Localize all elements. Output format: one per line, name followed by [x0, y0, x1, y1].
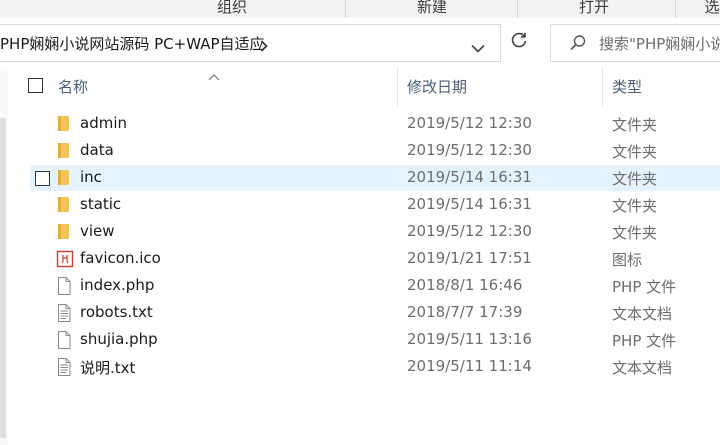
file-type: 文本文档	[612, 305, 673, 323]
select-all-checkbox[interactable]	[28, 78, 43, 93]
file-date: 2019/1/21 17:51	[407, 249, 532, 267]
file-name: data	[80, 141, 114, 159]
column-header-date[interactable]: 修改日期	[407, 76, 467, 97]
ribbon-divider	[345, 0, 346, 18]
file-date: 2019/5/12 12:30	[407, 114, 532, 132]
file-date: 2019/5/12 12:30	[407, 222, 532, 240]
chevron-right-icon[interactable]	[260, 37, 268, 56]
file-row[interactable]: shujia.php 2019/5/11 13:16 PHP 文件	[30, 327, 720, 353]
file-type: 文件夹	[612, 170, 658, 188]
file-name: 说明.txt	[80, 359, 136, 377]
file-date: 2019/5/14 16:31	[407, 195, 532, 213]
file-name: view	[80, 222, 115, 240]
column-divider[interactable]	[602, 68, 603, 106]
file-row[interactable]: admin 2019/5/12 12:30 文件夹	[30, 111, 720, 137]
file-date: 2018/7/7 17:39	[407, 303, 523, 321]
file-date: 2019/5/14 16:31	[407, 168, 532, 186]
ribbon-divider	[675, 0, 676, 18]
refresh-icon[interactable]	[508, 29, 530, 51]
file-type: 文本文档	[612, 359, 673, 377]
folder-icon	[56, 169, 72, 190]
file-type: 文件夹	[612, 116, 658, 134]
file-type: 文件夹	[612, 143, 658, 161]
folder-icon	[56, 142, 72, 163]
file-row[interactable]: view 2019/5/12 12:30 文件夹	[30, 219, 720, 245]
search-icon	[569, 34, 587, 56]
file-name: shujia.php	[80, 330, 158, 348]
file-name: admin	[80, 114, 127, 132]
file-date: 2019/5/11 13:16	[407, 330, 532, 348]
folder-icon	[56, 115, 72, 136]
ribbon-group-organize: 组织	[216, 0, 248, 16]
text-file-icon	[56, 358, 72, 380]
ribbon-divider	[517, 0, 518, 18]
ribbon-group-open: 打开	[578, 0, 610, 16]
file-name: favicon.ico	[80, 249, 161, 267]
file-type: PHP 文件	[612, 278, 677, 296]
navigation-pane-edge	[0, 68, 8, 445]
address-bar[interactable]: PHP娴娴小说网站源码 PC+WAP自适应	[0, 24, 501, 62]
blank-file-icon	[56, 331, 72, 353]
file-row[interactable]: static 2019/5/14 16:31 文件夹	[30, 192, 720, 218]
ribbon-group-labels: 组织 新建 打开 选	[0, 0, 720, 19]
text-file-icon	[56, 304, 72, 326]
file-date: 2018/8/1 16:46	[407, 276, 523, 294]
chevron-down-icon[interactable]	[471, 38, 485, 57]
column-header-type[interactable]: 类型	[612, 76, 642, 97]
file-row[interactable]: data 2019/5/12 12:30 文件夹	[30, 138, 720, 164]
folder-icon	[56, 223, 72, 244]
file-name: static	[80, 195, 122, 213]
file-name: robots.txt	[80, 303, 153, 321]
ico-file-icon	[56, 250, 74, 272]
search-box[interactable]: 搜索"PHP娴娴小说	[550, 24, 720, 62]
column-header-name[interactable]: 名称	[58, 76, 88, 97]
column-divider[interactable]	[397, 68, 398, 106]
search-input[interactable]: 搜索"PHP娴娴小说	[599, 33, 720, 54]
file-row-hovered[interactable]: inc 2019/5/14 16:31 文件夹	[30, 165, 720, 191]
ribbon-group-new: 新建	[416, 0, 448, 16]
file-type: 文件夹	[612, 224, 658, 242]
file-date: 2019/5/12 12:30	[407, 141, 532, 159]
address-row: PHP娴娴小说网站源码 PC+WAP自适应 搜索"PHP娴娴小说	[0, 18, 720, 68]
file-row[interactable]: favicon.ico 2019/1/21 17:51 图标	[30, 246, 720, 272]
column-header: 名称 修改日期 类型	[10, 68, 720, 106]
file-name: index.php	[80, 276, 155, 294]
file-type: PHP 文件	[612, 332, 677, 350]
ribbon-group-select: 选	[704, 0, 720, 16]
sort-ascending-icon	[208, 66, 220, 85]
file-name: inc	[80, 168, 102, 186]
file-row[interactable]: index.php 2018/8/1 16:46 PHP 文件	[30, 273, 720, 299]
file-date: 2019/5/11 11:14	[407, 357, 532, 375]
navigation-scrollbar[interactable]	[0, 118, 6, 438]
file-row[interactable]: robots.txt 2018/7/7 17:39 文本文档	[30, 300, 720, 326]
file-row[interactable]: 说明.txt 2019/5/11 11:14 文本文档	[30, 354, 720, 380]
file-type: 文件夹	[612, 197, 658, 215]
row-checkbox[interactable]	[35, 171, 50, 186]
blank-file-icon	[56, 277, 72, 299]
folder-icon	[56, 196, 72, 217]
file-type: 图标	[612, 251, 643, 269]
breadcrumb-current-folder[interactable]: PHP娴娴小说网站源码 PC+WAP自适应	[0, 33, 265, 54]
